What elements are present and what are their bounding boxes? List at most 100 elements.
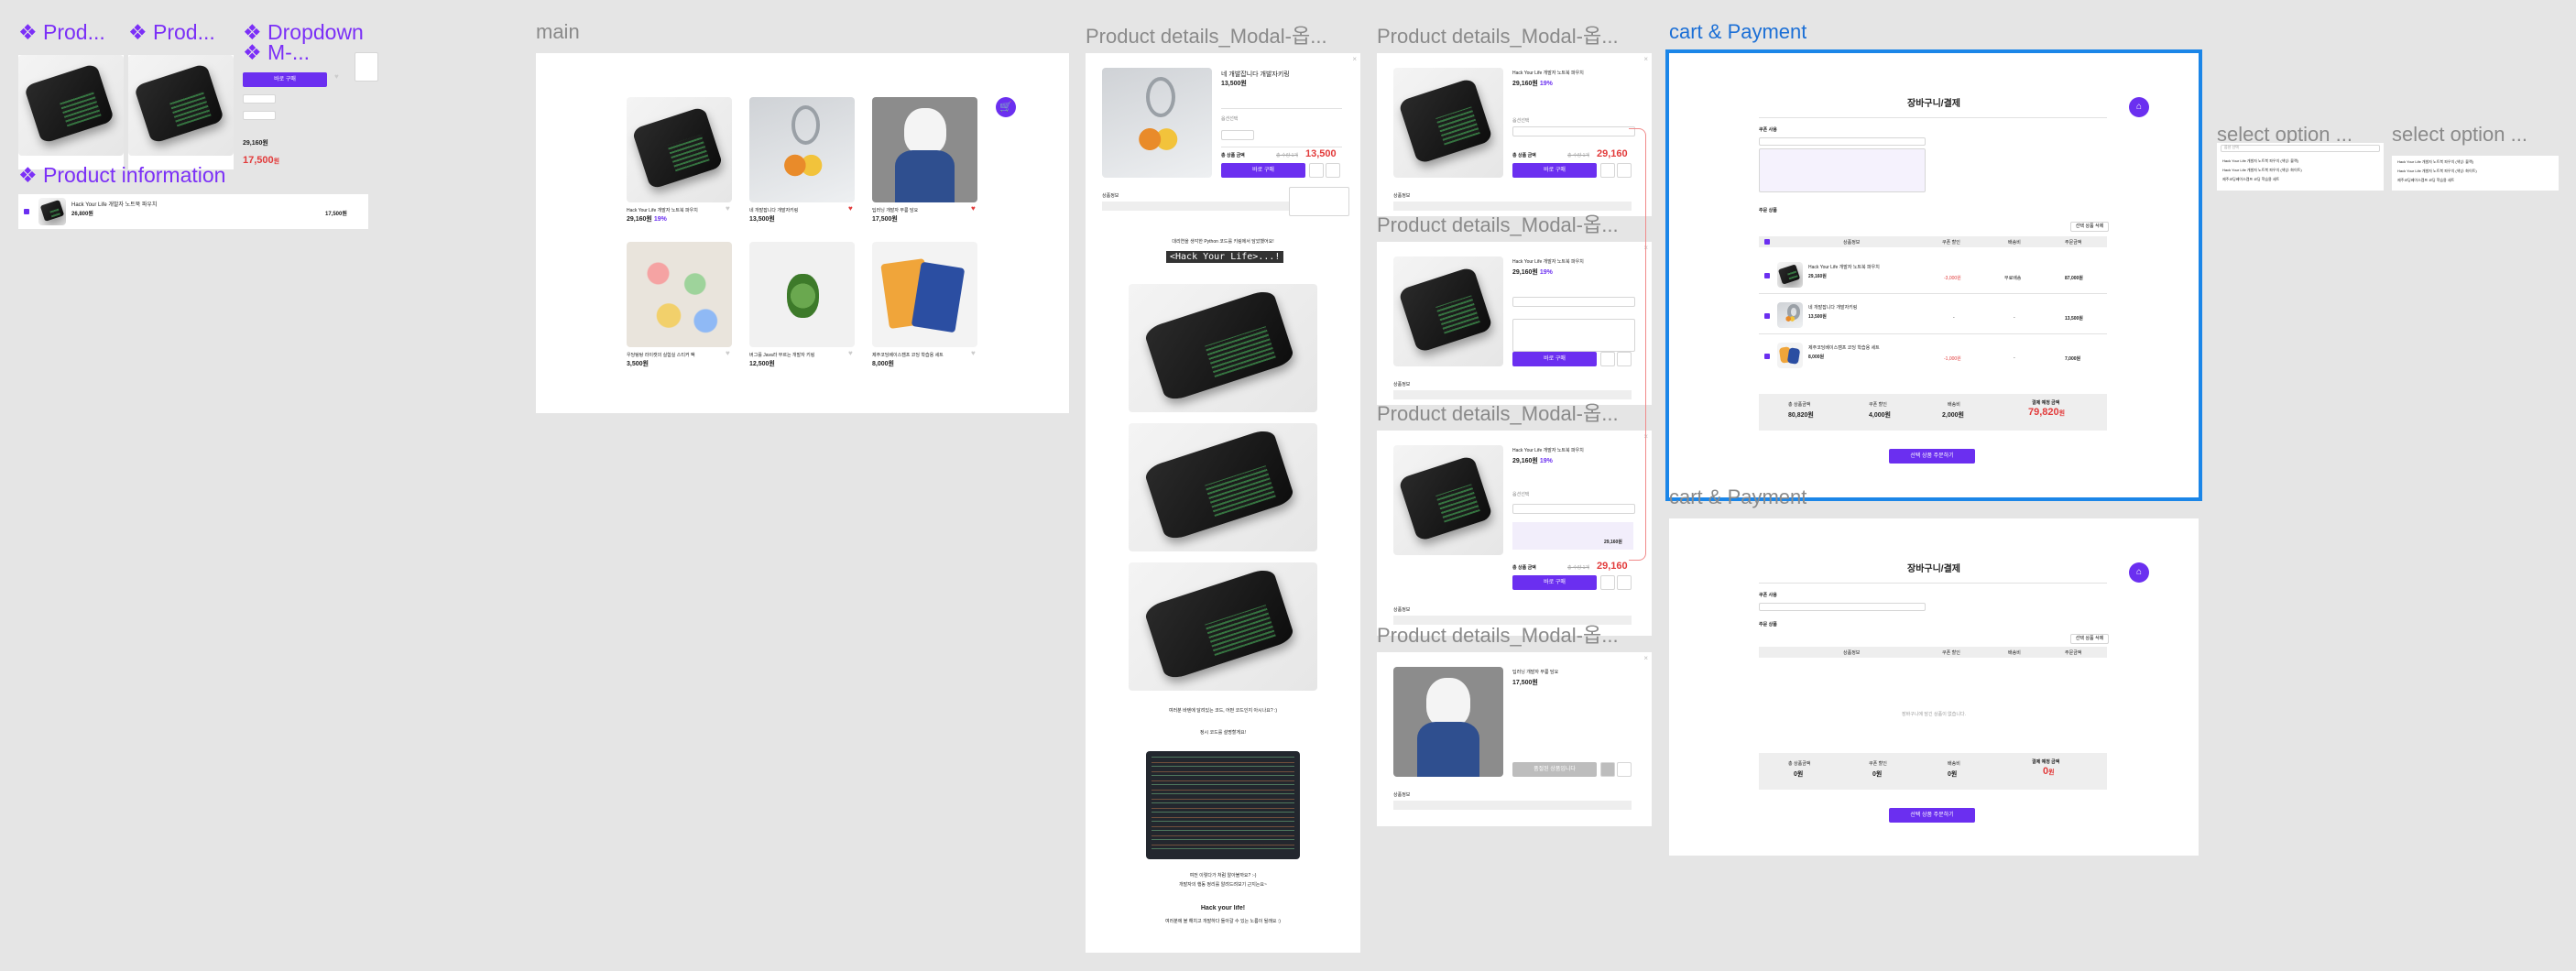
heart-icon-5[interactable]: ♥ bbox=[848, 349, 853, 357]
product-price-4: 3,500원 bbox=[627, 361, 649, 367]
option-2[interactable]: Hack Your Life 개발자 노트북 파우치 (색상: 화이트) bbox=[2397, 169, 2477, 174]
frame-label-detail-2[interactable]: Product details_Modal-옵... bbox=[1377, 20, 1633, 49]
delete-selected-button[interactable]: 선택 상품 삭제 bbox=[2070, 634, 2109, 644]
frame-main[interactable]: 🛒 Hack Your Life 개발자 노트북 파우치 ♥ 29,160원 1… bbox=[536, 53, 1069, 413]
heart-button[interactable] bbox=[1326, 163, 1340, 178]
coupon-select[interactable] bbox=[1759, 603, 1926, 611]
heart-icon[interactable]: ♥ bbox=[334, 72, 339, 81]
summary-discount-label: 쿠폰 할인 bbox=[1869, 402, 1887, 408]
row-checkbox-2[interactable] bbox=[1764, 313, 1770, 319]
info-table bbox=[1393, 801, 1632, 810]
component-product-information[interactable]: Hack Your Life 개발자 노트북 파우치 26,800원 17,50… bbox=[18, 194, 368, 229]
cart-button[interactable] bbox=[1600, 163, 1615, 178]
cart-button[interactable] bbox=[1600, 762, 1615, 777]
heart-icon-6[interactable]: ♥ bbox=[971, 349, 976, 357]
summary-ship-value: 0원 bbox=[1948, 771, 1958, 778]
buy-now-button[interactable]: 바로 구매 bbox=[243, 72, 327, 87]
frame-label-cart-1[interactable]: cart & Payment bbox=[1669, 20, 1806, 44]
row-checkbox-3[interactable] bbox=[1764, 354, 1770, 359]
row-price-3: 8,000원 bbox=[1808, 355, 1825, 360]
close-icon[interactable]: × bbox=[1643, 654, 1648, 662]
checkbox[interactable] bbox=[24, 209, 29, 214]
close-icon[interactable]: × bbox=[1643, 55, 1648, 63]
order-button[interactable]: 선택 상품 주문하기 bbox=[1889, 808, 1975, 823]
frame-cart-payment[interactable]: 장바구니/결제 ⌂ 쿠폰 사용 주문 상품 선택 상품 삭제 상품정보 쿠폰 할… bbox=[1665, 49, 2202, 501]
frame-label-select-2[interactable]: select option ... bbox=[2392, 123, 2557, 147]
frame-label-detail-5[interactable]: Product details_Modal-옵... bbox=[1377, 619, 1633, 649]
option-2[interactable]: Hack Your Life 개발자 노트북 파우치 (색상: 화이트) bbox=[2222, 168, 2302, 173]
component-label-product-card-2[interactable]: ❖ Prod... bbox=[128, 20, 220, 45]
frame-label-detail-4[interactable]: Product details_Modal-옵... bbox=[1377, 398, 1633, 427]
dropdown-field[interactable] bbox=[243, 94, 276, 104]
option-dropdown[interactable] bbox=[1512, 126, 1635, 136]
summary-final-value: 0원 bbox=[2043, 766, 2055, 777]
order-button[interactable]: 선택 상품 주문하기 bbox=[1889, 449, 1975, 464]
coupon-select-open[interactable] bbox=[1759, 148, 1926, 192]
option-dropdown[interactable] bbox=[1289, 187, 1349, 216]
option-3[interactable]: 제주코딩베이스캠프 코딩 학습용 세트 bbox=[2397, 178, 2454, 183]
coupon-select[interactable] bbox=[1759, 137, 1926, 146]
frame-label-detail-1[interactable]: Product details_Modal-옵... bbox=[1086, 20, 1360, 49]
frame-cart-payment-empty[interactable]: 장바구니/결제 ⌂ 쿠폰 사용 주문 상품 선택 상품 삭제 상품정보 쿠폰 할… bbox=[1669, 518, 2199, 856]
frame-product-detail-4[interactable]: × Hack Your Life 개발자 노트북 파우치 29,160원 19%… bbox=[1377, 431, 1652, 636]
close-icon[interactable]: × bbox=[1352, 55, 1357, 63]
quantity-stepper[interactable] bbox=[1221, 130, 1254, 140]
component-product-card-1[interactable] bbox=[18, 55, 124, 169]
heart-button[interactable] bbox=[1617, 575, 1632, 590]
product-image-5[interactable] bbox=[749, 242, 855, 347]
total-price: 13,500 bbox=[1305, 148, 1337, 159]
frame-product-detail-2[interactable]: × Hack Your Life 개발자 노트북 파우치 29,160원 19%… bbox=[1377, 53, 1652, 216]
row-checkbox-1[interactable] bbox=[1764, 273, 1770, 278]
component-label-product-information[interactable]: ❖ Product information bbox=[18, 163, 238, 188]
frame-product-detail-3[interactable]: × Hack Your Life 개발자 노트북 파우치 29,160원 19%… bbox=[1377, 242, 1652, 405]
product-price: 26,800원 bbox=[71, 212, 93, 217]
buy-now-button[interactable]: 바로 구매 bbox=[1512, 575, 1597, 590]
frame-product-detail-soldout[interactable]: × 딥러닝 개발자 무릎 담요 17,500원 품절된 상품입니다 상품정보 bbox=[1377, 652, 1652, 826]
home-icon[interactable]: ⌂ bbox=[2129, 562, 2149, 583]
heart-icon-2[interactable]: ♥ bbox=[848, 204, 853, 213]
cart-button[interactable] bbox=[1600, 575, 1615, 590]
header-product: 상품정보 bbox=[1843, 650, 1861, 656]
product-name: Hack Your Life 개발자 노트북 파우치 bbox=[1512, 259, 1584, 265]
option-1[interactable]: Hack Your Life 개발자 노트북 파우치 (색상: 블랙) bbox=[2222, 158, 2298, 164]
option-dropdown-open[interactable] bbox=[1512, 319, 1635, 352]
dropdown-menu[interactable] bbox=[355, 52, 378, 82]
frame-label-detail-3[interactable]: Product details_Modal-옵... bbox=[1377, 209, 1633, 238]
component-product-card-2[interactable] bbox=[128, 55, 234, 169]
option-dropdown[interactable] bbox=[1512, 297, 1635, 307]
frame-product-detail-long[interactable]: × 네 개발잡니다 개발자키링 13,500원 옵션선택 총 상품 금액 총 수… bbox=[1086, 53, 1360, 953]
product-image-1[interactable] bbox=[627, 97, 732, 202]
product-image-6[interactable] bbox=[872, 242, 977, 347]
heart-icon-4[interactable]: ♥ bbox=[726, 349, 730, 357]
component-dropdown[interactable]: 바로 구매 ♥ 29,160원 17,500원 bbox=[243, 52, 408, 174]
frame-label-main[interactable]: main bbox=[536, 20, 580, 44]
summary-ship-label: 배송비 bbox=[1948, 402, 1960, 408]
cart-button[interactable] bbox=[1309, 163, 1324, 178]
product-image-4[interactable] bbox=[627, 242, 732, 347]
buy-now-button[interactable]: 바로 구매 bbox=[1512, 352, 1597, 366]
heart-button[interactable] bbox=[1617, 762, 1632, 777]
home-icon[interactable]: ⌂ bbox=[2129, 97, 2149, 117]
buy-now-button[interactable]: 바로 구매 bbox=[1512, 163, 1597, 178]
option-3[interactable]: 제주코딩베이스캠프 코딩 학습용 세트 bbox=[2222, 177, 2279, 182]
option-dropdown[interactable] bbox=[1512, 504, 1635, 514]
soldout-button[interactable]: 품절된 상품입니다 bbox=[1512, 762, 1597, 777]
delete-selected-button[interactable]: 선택 상품 삭제 bbox=[2070, 222, 2109, 232]
heart-icon-1[interactable]: ♥ bbox=[726, 204, 730, 213]
heart-icon-3[interactable]: ♥ bbox=[971, 204, 976, 213]
frame-select-option-1[interactable]: 옵션 선택 Hack Your Life 개발자 노트북 파우치 (색상: 블랙… bbox=[2217, 143, 2384, 191]
option-1[interactable]: Hack Your Life 개발자 노트북 파우치 (색상: 블랙) bbox=[2397, 159, 2473, 165]
select-all-checkbox[interactable] bbox=[1764, 239, 1770, 245]
cart-icon[interactable]: 🛒 bbox=[996, 97, 1016, 117]
component-label-product-card-1[interactable]: ❖ Prod... bbox=[18, 20, 110, 45]
stepper[interactable] bbox=[243, 111, 276, 120]
buy-now-button[interactable]: 바로 구매 bbox=[1221, 163, 1305, 178]
info-label: 상품정보 bbox=[1393, 382, 1411, 387]
frame-select-option-2[interactable]: Hack Your Life 개발자 노트북 파우치 (색상: 블랙) Hack… bbox=[2392, 156, 2559, 191]
product-image-2[interactable] bbox=[749, 97, 855, 202]
component-label-dropdown-sub[interactable]: ❖ M-... bbox=[243, 40, 325, 65]
product-image-3[interactable] bbox=[872, 97, 977, 202]
select-field[interactable] bbox=[2221, 145, 2380, 152]
frame-label-cart-2[interactable]: cart & Payment bbox=[1669, 486, 1806, 509]
cart-button[interactable] bbox=[1600, 352, 1615, 366]
